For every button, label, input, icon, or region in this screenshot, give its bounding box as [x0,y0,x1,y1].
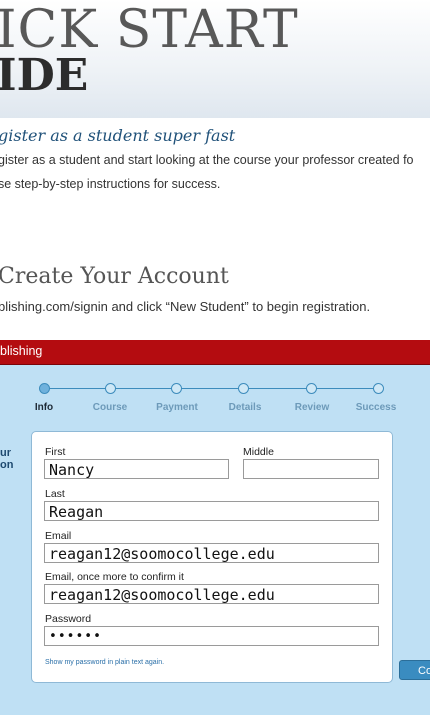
step-dot-review[interactable] [306,383,317,394]
step-dot-info[interactable] [39,383,50,394]
app-header-title: blishing [0,344,43,358]
app-header-bar: blishing [0,340,430,365]
first-name-label: First [45,446,66,458]
step-label-payment[interactable]: Payment [156,402,198,413]
email-confirm-input[interactable]: reagan12@soomocollege.edu [44,584,379,604]
email-confirm-label: Email, once more to confirm it [45,571,184,583]
hero-title-line-2: IDE [0,50,89,101]
middle-name-label: Middle [243,446,274,458]
step-dot-success[interactable] [373,383,384,394]
signup-screenshot: blishing Info Course Payment Details Rev… [0,340,430,715]
hero-banner: ICK START IDE [0,0,430,118]
password-label: Password [45,613,92,625]
intro-text-line-2: se step-by-step instructions for success… [0,177,221,191]
step-title: Create Your Account [0,264,229,289]
step-dot-payment[interactable] [171,383,182,394]
side-label-2: on [0,459,14,471]
intro-heading: gister as a student super fast [0,126,236,145]
intro-text-line-1: gister as a student and start looking at… [0,153,414,167]
continue-button[interactable]: Co [399,660,430,680]
first-name-input[interactable]: Nancy [44,459,229,479]
step-label-details[interactable]: Details [229,402,262,413]
step-dot-course[interactable] [105,383,116,394]
side-label-1: ur [0,447,11,459]
last-name-label: Last [45,488,65,500]
middle-name-input[interactable] [243,459,379,479]
step-label-info[interactable]: Info [35,402,53,413]
step-dot-details[interactable] [238,383,249,394]
stepper-track [44,388,380,389]
step-label-success[interactable]: Success [356,402,397,413]
email-label: Email [45,530,72,542]
password-input[interactable]: •••••• [44,626,379,646]
last-name-input[interactable]: Reagan [44,501,379,521]
account-form: First Nancy Middle Last Reagan Email rea… [31,431,393,683]
step-label-course[interactable]: Course [93,402,127,413]
show-password-link[interactable]: Show my password in plain text again. [45,659,164,666]
step-label-review[interactable]: Review [295,402,329,413]
step-description: blishing.com/signin and click “New Stude… [0,299,371,314]
email-input[interactable]: reagan12@soomocollege.edu [44,543,379,563]
